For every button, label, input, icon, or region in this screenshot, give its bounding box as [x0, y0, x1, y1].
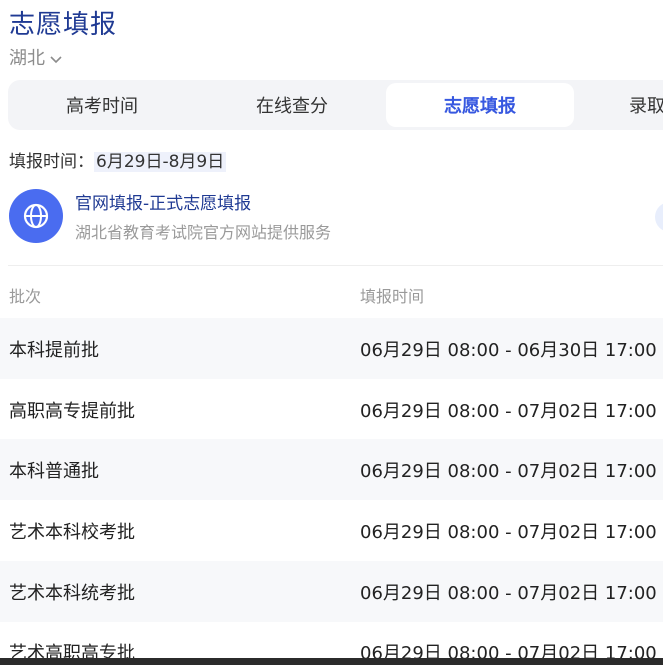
- official-subtitle: 湖北省教育考试院官方网站提供服务: [75, 223, 332, 242]
- tab-exam-time[interactable]: 高考时间: [8, 83, 196, 127]
- table-row: 艺术本科统考批 06月29日 08:00 - 07月02日 17:00: [0, 561, 663, 622]
- tab-score-query[interactable]: 在线查分: [198, 83, 386, 127]
- table-row: 高职高专提前批 06月29日 08:00 - 07月02日 17:00: [0, 379, 663, 440]
- row-time: 06月29日 08:00 - 07月02日 17:00: [360, 522, 657, 543]
- row-batch: 艺术本科统考批: [9, 583, 135, 604]
- globe-icon: [9, 189, 63, 243]
- row-batch: 艺术本科校考批: [9, 522, 135, 543]
- table-row: 本科提前批 06月29日 08:00 - 06月30日 17:00: [0, 318, 663, 379]
- page: 志愿填报 湖北 高考时间 在线查分 志愿填报 录取 填报时间： 6月29日-8月9…: [0, 0, 663, 665]
- row-batch: 本科提前批: [9, 340, 99, 361]
- official-link[interactable]: 官网填报-正式志愿填报: [75, 189, 251, 214]
- page-title: 志愿填报: [9, 10, 118, 40]
- tab-bar: 高考时间 在线查分 志愿填报 录取: [8, 80, 663, 130]
- official-entry[interactable]: 官网填报-正式志愿填报 湖北省教育考试院官方网站提供服务: [9, 186, 663, 246]
- row-batch: 高职高专提前批: [9, 401, 135, 422]
- table-row: 本科普通批 06月29日 08:00 - 07月02日 17:00: [0, 439, 663, 500]
- application-period: 填报时间： 6月29日-8月9日: [9, 147, 227, 172]
- header-batch: 批次: [9, 287, 42, 306]
- tab-admission[interactable]: 录取: [574, 83, 663, 127]
- region-selector[interactable]: 湖北: [9, 44, 63, 70]
- tab-application[interactable]: 志愿填报: [386, 83, 574, 127]
- row-time: 06月29日 08:00 - 07月02日 17:00: [360, 583, 657, 604]
- go-button[interactable]: [655, 202, 663, 232]
- divider: [8, 265, 663, 266]
- row-time: 06月29日 08:00 - 07月02日 17:00: [360, 401, 657, 422]
- table-header: 批次 填报时间: [0, 278, 663, 314]
- row-time: 06月29日 08:00 - 06月30日 17:00: [360, 340, 657, 361]
- row-time: 06月29日 08:00 - 07月02日 17:00: [360, 461, 657, 482]
- row-batch: 本科普通批: [9, 461, 99, 482]
- horizontal-scrollbar[interactable]: [0, 658, 663, 665]
- chevron-down-icon: [49, 50, 63, 64]
- period-label: 填报时间：: [9, 152, 94, 172]
- region-label: 湖北: [9, 48, 45, 69]
- table-row: 艺术本科校考批 06月29日 08:00 - 07月02日 17:00: [0, 500, 663, 561]
- period-dates: 6月29日-8月9日: [94, 152, 227, 172]
- header-time: 填报时间: [360, 287, 425, 306]
